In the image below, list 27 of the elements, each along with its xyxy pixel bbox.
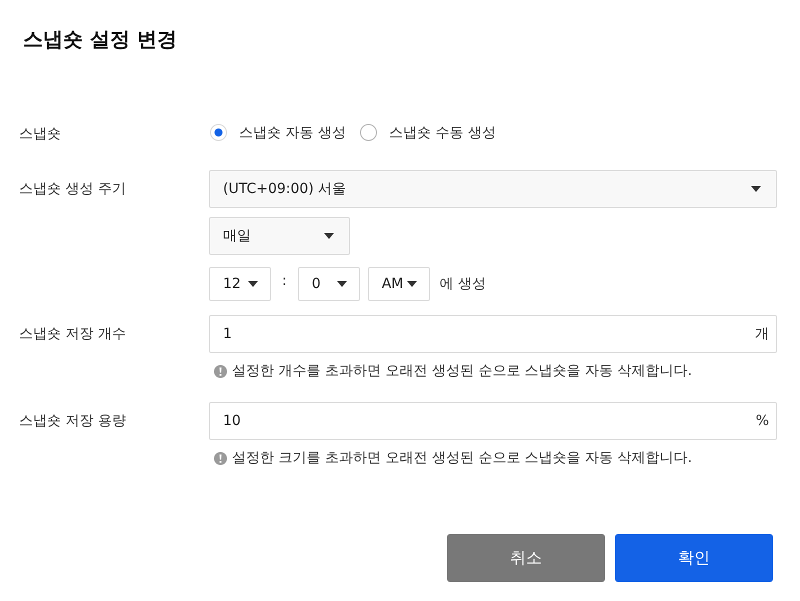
field-label: 스냅숏 — [19, 125, 61, 143]
alert-icon — [214, 364, 227, 378]
cancel-button[interactable]: 취소 — [447, 534, 605, 582]
caret-icon — [324, 233, 334, 239]
confirm-button[interactable]: 확인 — [615, 534, 773, 582]
hint-text: 설정한 크기를 초과하면 오래전 생성된 순으로 스냅숏을 자동 삭제합니다. — [232, 449, 692, 467]
dropdown-select[interactable]: 매일 — [209, 217, 350, 255]
radio-option[interactable]: 스냅숏 수동 생성 — [360, 122, 496, 143]
time-separator: : — [282, 273, 287, 289]
dropdown-select[interactable]: 12 — [209, 267, 271, 301]
number-field[interactable]: 10 % — [209, 402, 777, 440]
field-label: 스냅숏 저장 용량 — [19, 412, 126, 430]
alert-icon — [214, 452, 227, 464]
caret-icon — [336, 281, 347, 287]
number-field[interactable]: 1 개 — [209, 315, 777, 353]
dropdown-select[interactable]: 0 — [298, 267, 360, 301]
caret-icon — [751, 186, 761, 192]
dropdown-select[interactable]: (UTC+09:00) 서울 — [209, 170, 777, 208]
caret-icon — [406, 281, 417, 287]
dialog-title: 스냅숏 설정 변경 — [23, 27, 177, 51]
field-label: 스냅숏 생성 주기 — [19, 180, 126, 198]
hint-text: 설정한 개수를 초과하면 오래전 생성된 순으로 스냅숏을 자동 삭제합니다. — [232, 362, 692, 380]
dropdown-select[interactable]: AM — [368, 267, 430, 301]
caret-icon — [248, 281, 258, 287]
radio-option[interactable]: 스냅숏 자동 생성 — [210, 122, 346, 143]
field-label: 스냅숏 저장 개수 — [19, 325, 126, 343]
suffix-text: 에 생성 — [440, 275, 486, 293]
